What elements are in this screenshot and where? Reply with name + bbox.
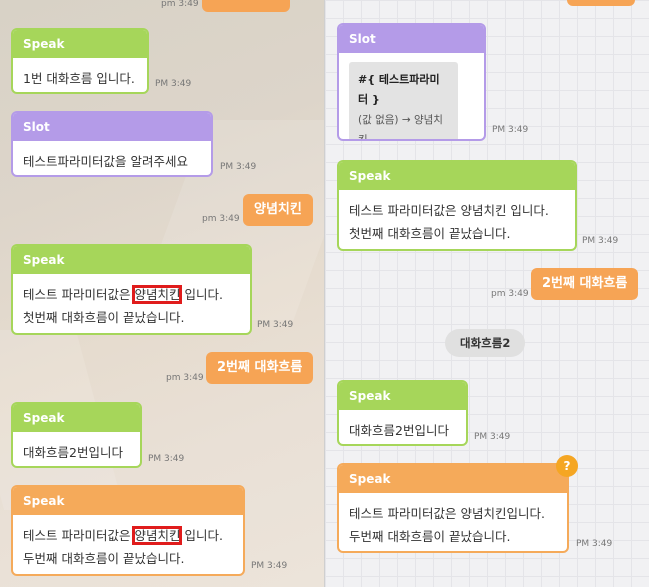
message-time: PM 3:49 (155, 79, 192, 89)
speak-card-header: Speak (339, 162, 575, 190)
speak-card-text: 1번 대화흐름 입니다. (23, 71, 135, 86)
message-time: PM 3:49 (148, 454, 185, 464)
slot-card[interactable]: Slot #{ 테스트파라미터 } (값 없음) → 양념치킨 (337, 23, 486, 141)
slot-card-body: #{ 테스트파라미터 } (값 없음) → 양념치킨 (339, 53, 484, 141)
message-time: pm 3:49 (202, 214, 240, 224)
speak-text-line: 테스트 파라미터값은 양념치킨입니다. (349, 506, 545, 521)
slot-card[interactable]: Slot 테스트파라미터값을 알려주세요 (11, 111, 213, 177)
speak-card[interactable]: Speak 대화흐름2번입니다 (11, 402, 142, 468)
speak-text-line: 첫번째 대화흐름이 끝났습니다. (23, 310, 185, 325)
message-time: PM 3:49 (474, 432, 511, 442)
speak-card-header: Speak (13, 246, 250, 274)
speak-card-text: 테스트 파라미터값은 양념치킨 입니다. 두번째 대화흐름이 끝났습니다. (13, 515, 243, 574)
speak-card-header: Speak (13, 487, 243, 515)
speak-card-selected[interactable]: Speak 테스트 파라미터값은 양념치킨입니다. 두번째 대화흐름이 끝났습니… (337, 463, 569, 553)
message-time: pm 3:49 (491, 289, 529, 299)
speak-text-segment: 테스트 파라미터값은 (23, 287, 135, 302)
speak-text-line: 테스트 파라미터값은 양념치킨 입니다. (349, 203, 549, 218)
speak-text-line: 두번째 대화흐름이 끝났습니다. (23, 551, 185, 566)
speak-card-selected[interactable]: Speak 테스트 파라미터값은 양념치킨 입니다. 두번째 대화흐름이 끝났습… (11, 485, 245, 576)
slot-card-header: Slot (339, 25, 484, 53)
speak-text-segment: 테스트 파라미터값은 (23, 528, 135, 543)
speak-card-text: 테스트 파라미터값은 양념치킨 입니다. 첫번째 대화흐름이 끝났습니다. (339, 190, 575, 249)
speak-card[interactable]: Speak 대화흐름2번입니다 (337, 380, 468, 446)
message-time: PM 3:49 (576, 539, 613, 549)
speak-card[interactable]: Speak 테스트 파라미터값은 양념치킨 입니다. 첫번째 대화흐름이 끝났습… (11, 244, 252, 335)
speak-card-text: 테스트 파라미터값은 양념치킨 입니다. 첫번째 대화흐름이 끝났습니다. (13, 274, 250, 333)
chat-left-pane: pm 3:49 Speak 1번 대화흐름 입니다. PM 3:49 Slot … (0, 0, 324, 587)
user-message-bubble (202, 0, 290, 12)
user-message-bubble (567, 0, 635, 6)
speak-text-line: 두번째 대화흐름이 끝났습니다. (349, 529, 511, 544)
speak-text-segment: 입니다. (180, 528, 223, 543)
speak-card-header: Speak (13, 30, 147, 58)
speak-card-header: Speak (339, 465, 567, 493)
message-time: pm 3:49 (166, 373, 204, 383)
speak-text-line: 첫번째 대화흐름이 끝났습니다. (349, 226, 511, 241)
message-time: pm 3:49 (161, 0, 199, 9)
message-time: PM 3:49 (251, 561, 288, 571)
speak-card-text: 테스트 파라미터값은 양념치킨입니다. 두번째 대화흐름이 끝났습니다. (339, 493, 567, 551)
speak-card-text: 대화흐름2번입니다 (349, 423, 449, 438)
highlighted-parameter-value: 양념치킨 (132, 285, 183, 304)
message-time: PM 3:49 (582, 236, 619, 246)
parameter-box: #{ 테스트파라미터 } (값 없음) → 양념치킨 (349, 62, 458, 141)
message-time: PM 3:49 (257, 320, 294, 330)
slot-card-header: Slot (13, 113, 211, 141)
speak-card[interactable]: Speak 1번 대화흐름 입니다. (11, 28, 149, 94)
parameter-name: #{ 테스트파라미터 } (358, 73, 440, 106)
highlighted-parameter-value: 양념치킨 (132, 526, 183, 545)
slot-card-text: 테스트파라미터값을 알려주세요 (23, 154, 188, 169)
message-time: PM 3:49 (492, 125, 529, 135)
speak-card[interactable]: Speak 테스트 파라미터값은 양념치킨 입니다. 첫번째 대화흐름이 끝났습… (337, 160, 577, 251)
flow-name-chip[interactable]: 대화흐름2 (445, 329, 526, 357)
speak-card-text: 대화흐름2번입니다 (23, 445, 123, 460)
question-badge-icon[interactable]: ? (556, 455, 578, 477)
user-message-bubble: 2번째 대화흐름 (206, 352, 314, 384)
user-message-bubble: 양념치킨 (243, 194, 313, 226)
user-message-bubble: 2번째 대화흐름 (531, 268, 639, 300)
speak-card-header: Speak (339, 382, 466, 410)
parameter-value-change: (값 없음) → 양념치킨 (358, 114, 443, 141)
message-time: PM 3:49 (220, 162, 257, 172)
speak-text-segment: 입니다. (180, 287, 223, 302)
speak-card-header: Speak (13, 404, 140, 432)
